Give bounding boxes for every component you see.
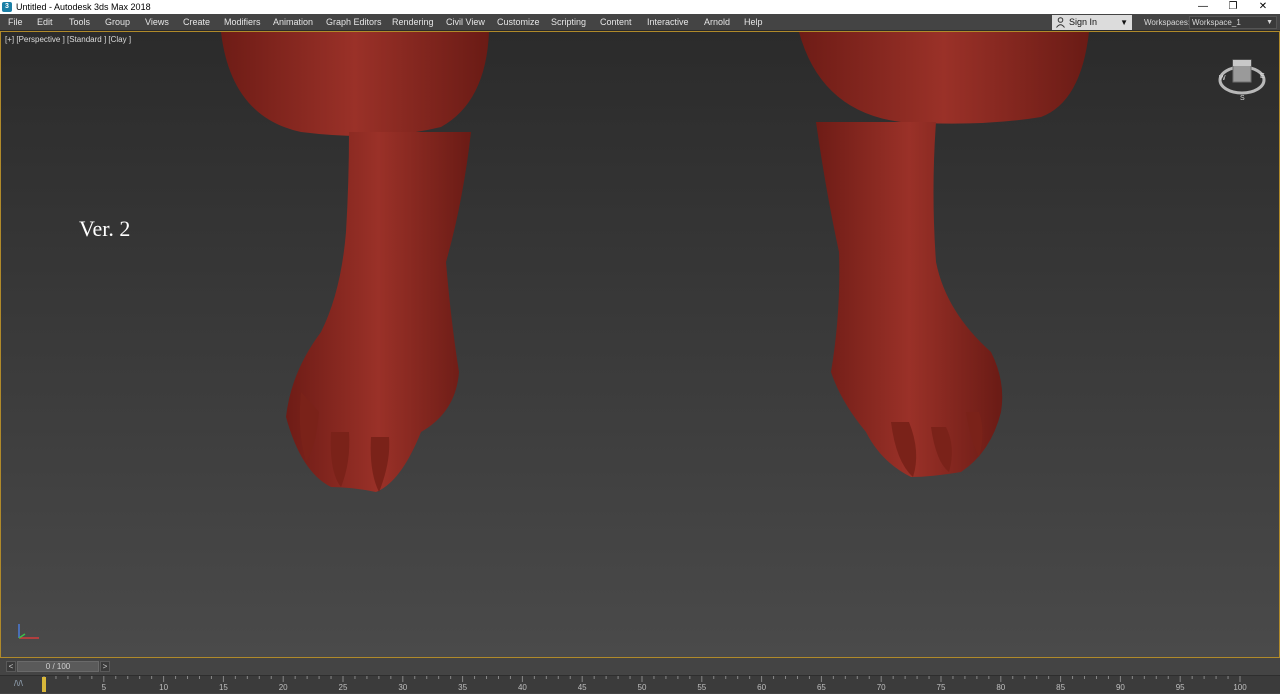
- frame-tick-label: 80: [996, 683, 1006, 692]
- frame-tick-label: 10: [159, 683, 169, 692]
- close-button[interactable]: ✕: [1248, 0, 1278, 14]
- frame-tick-label: 30: [398, 683, 408, 692]
- menu-tools[interactable]: Tools: [69, 14, 90, 31]
- frame-tick-label: 55: [697, 683, 707, 692]
- menu-modifiers[interactable]: Modifiers: [224, 14, 261, 31]
- left-foot: [221, 32, 489, 492]
- frame-tick-label: 90: [1115, 683, 1125, 692]
- viewcube-icon[interactable]: W E S: [1215, 52, 1267, 102]
- menu-graph-editors[interactable]: Graph Editors: [326, 14, 382, 31]
- app-icon: 3: [2, 2, 12, 12]
- frame-tick-label: 70: [876, 683, 886, 692]
- menu-interactive[interactable]: Interactive: [647, 14, 689, 31]
- prev-frame-button[interactable]: <: [6, 661, 16, 672]
- right-foot: [799, 32, 1089, 477]
- time-slider[interactable]: 0 / 100: [17, 661, 99, 672]
- frame-tick-label: 65: [816, 683, 826, 692]
- workspace-value: Workspace_1: [1192, 18, 1241, 27]
- frame-tick-label: 40: [517, 683, 527, 692]
- chevron-down-icon: ▼: [1266, 19, 1273, 26]
- sign-in-dropdown[interactable]: Sign In ▼: [1052, 15, 1132, 30]
- menu-group[interactable]: Group: [105, 14, 130, 31]
- frame-tick-label: 60: [757, 683, 767, 692]
- viewcube-south-label: S: [1240, 95, 1245, 102]
- axis-tripod-icon: [18, 624, 39, 639]
- restore-button[interactable]: ❐: [1218, 0, 1248, 14]
- frame-tick-label: 45: [577, 683, 587, 692]
- perspective-viewport[interactable]: [+] [Perspective ] [Standard ] [Clay ] V…: [0, 31, 1280, 658]
- viewcube-east-label: E: [1260, 73, 1265, 80]
- clay-model-feet: [221, 32, 1089, 492]
- menu-customize[interactable]: Customize: [497, 14, 540, 31]
- track-bar[interactable]: /\/\ 5 10 15 20 25 30 35 40 45 50 55 60 65 70 75 80 85 90…: [0, 675, 1280, 693]
- window-title: Untitled - Autodesk 3ds Max 2018: [16, 2, 151, 12]
- menu-animation[interactable]: Animation: [273, 14, 313, 31]
- menu-arnold[interactable]: Arnold: [704, 14, 730, 31]
- menu-civil-view[interactable]: Civil View: [446, 14, 485, 31]
- minimize-button[interactable]: —: [1188, 0, 1218, 14]
- workspace-select[interactable]: Workspace_1 ▼: [1189, 16, 1277, 29]
- frame-tick-label: 25: [338, 683, 348, 692]
- menu-create[interactable]: Create: [183, 14, 210, 31]
- next-frame-button[interactable]: >: [100, 661, 110, 672]
- menu-scripting[interactable]: Scripting: [551, 14, 586, 31]
- current-frame-marker[interactable]: [42, 677, 46, 692]
- title-bar: 3 Untitled - Autodesk 3ds Max 2018 — ❐ ✕: [0, 0, 1280, 14]
- timeline-bar: < 0 / 100 > /\/\ 5 10 15 20 25 30 35 40 45 50 55 60…: [0, 658, 1280, 693]
- sign-in-label: Sign In: [1069, 17, 1098, 27]
- chevron-down-icon: ▼: [1120, 18, 1128, 27]
- menu-rendering[interactable]: Rendering: [392, 14, 434, 31]
- frame-tick-label: 75: [936, 683, 946, 692]
- workspaces-label: Workspaces:: [1144, 18, 1191, 27]
- viewport-label[interactable]: [+] [Perspective ] [Standard ] [Clay ]: [5, 35, 131, 44]
- version-overlay-text: Ver. 2: [79, 216, 131, 241]
- user-icon: [1056, 17, 1065, 28]
- frame-tick-label: 95: [1175, 683, 1185, 692]
- frame-tick-label: 50: [637, 683, 647, 692]
- frame-tick-label: 5: [101, 683, 107, 692]
- viewcube-west-label: W: [1219, 75, 1226, 82]
- frame-tick-label: 15: [218, 683, 228, 692]
- frame-tick-label: 100: [1233, 683, 1247, 692]
- menu-views[interactable]: Views: [145, 14, 169, 31]
- frame-tick-label: 85: [1056, 683, 1066, 692]
- menu-bar: File Edit Tools Group Views Create Modif…: [0, 14, 1280, 31]
- menu-file[interactable]: File: [8, 14, 23, 31]
- menu-content[interactable]: Content: [600, 14, 632, 31]
- frame-tick-label: 20: [278, 683, 288, 692]
- frame-tick-label: 35: [458, 683, 468, 692]
- menu-help[interactable]: Help: [744, 14, 763, 31]
- menu-edit[interactable]: Edit: [37, 14, 53, 31]
